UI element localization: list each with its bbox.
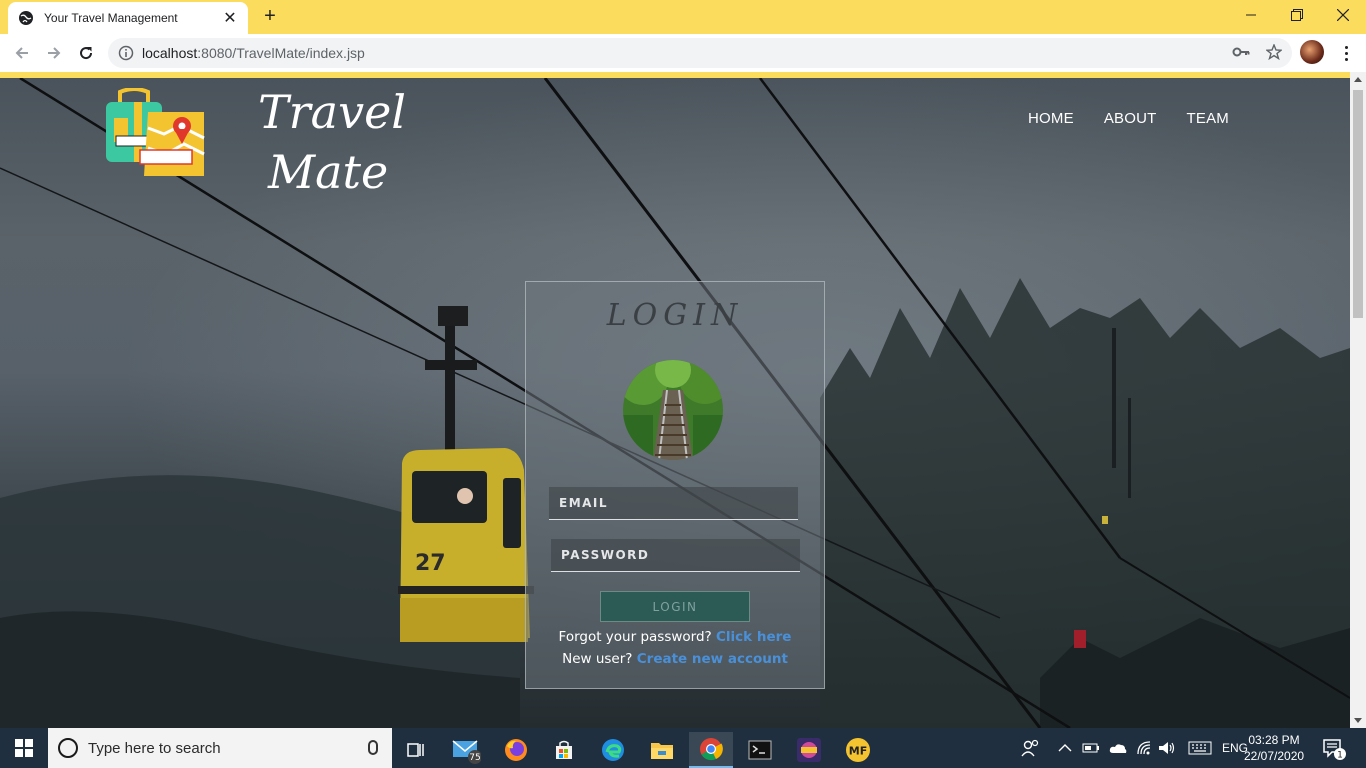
login-button[interactable]: LOGIN xyxy=(600,591,750,622)
url-text: localhost:8080/TravelMate/index.jsp xyxy=(142,45,365,61)
search-placeholder: Type here to search xyxy=(88,739,221,757)
browser-tab[interactable]: Your Travel Management ✕ xyxy=(8,2,248,34)
page-viewport: 27 Travel Mate HOME ABOUT TEAM LOGIN EMA… xyxy=(0,78,1350,728)
brand-line-1: Travel xyxy=(258,85,407,139)
browser-menu-icon[interactable] xyxy=(1336,42,1356,64)
forward-button[interactable] xyxy=(42,41,66,65)
profile-avatar[interactable] xyxy=(1300,40,1324,64)
taskbar-clock[interactable]: 03:28 PM 22/07/2020 xyxy=(1244,732,1304,764)
login-avatar-image xyxy=(623,360,723,460)
clock-time: 03:28 PM xyxy=(1248,733,1300,747)
tab-close-icon[interactable]: ✕ xyxy=(222,8,238,28)
page-scrollbar[interactable] xyxy=(1350,72,1366,728)
keyboard-icon[interactable] xyxy=(1188,741,1212,755)
terminal-icon xyxy=(748,740,772,760)
mail-app-button[interactable]: 75 xyxy=(444,732,488,768)
wifi-icon[interactable] xyxy=(1136,740,1152,756)
action-center-button[interactable]: 1 xyxy=(1318,736,1352,762)
chevron-up-icon[interactable] xyxy=(1058,743,1072,753)
gondola-number: 27 xyxy=(415,551,446,576)
mf-label: MF xyxy=(849,745,867,758)
top-nav: HOME ABOUT TEAM xyxy=(1028,110,1229,127)
new-user-text: New user? xyxy=(562,651,633,667)
email-field[interactable] xyxy=(549,487,798,520)
info-icon[interactable] xyxy=(118,45,134,61)
firefox-button[interactable] xyxy=(494,732,538,768)
scroll-thumb[interactable] xyxy=(1353,90,1363,318)
forgot-password-link[interactable]: Click here xyxy=(716,629,791,645)
windows-logo-icon xyxy=(15,739,33,757)
system-tray: ENG xyxy=(1020,728,1248,768)
nav-home-link[interactable]: HOME xyxy=(1028,110,1074,127)
people-icon[interactable] xyxy=(1020,738,1040,758)
address-bar[interactable]: localhost:8080/TravelMate/index.jsp xyxy=(108,38,1292,68)
key-icon[interactable] xyxy=(1232,46,1250,58)
star-icon[interactable] xyxy=(1266,44,1282,60)
mail-icon: 75 xyxy=(452,740,481,764)
mail-badge: 75 xyxy=(469,753,480,763)
brand-line-2: Mate xyxy=(268,145,389,199)
notification-count: 1 xyxy=(1337,751,1343,761)
travel-mate-logo[interactable] xyxy=(104,88,208,180)
store-icon xyxy=(556,740,572,759)
forgot-password-text: Forgot your password? xyxy=(558,629,712,645)
notification-icon: 1 xyxy=(1323,739,1346,761)
browser-tab-strip: Your Travel Management ✕ + xyxy=(0,0,1366,34)
firefox-icon xyxy=(505,739,527,761)
mf-icon: MF xyxy=(846,738,870,762)
minimize-icon xyxy=(1246,14,1256,16)
terminal-button[interactable] xyxy=(738,732,782,768)
cortana-icon[interactable] xyxy=(58,738,78,758)
tab-title: Your Travel Management xyxy=(44,11,178,25)
password-field[interactable] xyxy=(551,539,800,572)
new-user-line: New user? Create new account xyxy=(526,651,824,667)
forgot-password-line: Forgot your password? Click here xyxy=(526,629,824,645)
volume-icon[interactable] xyxy=(1158,740,1176,756)
windows-taskbar: Type here to search 75 MF ENG 03:28 PM 2… xyxy=(0,728,1366,768)
chrome-icon xyxy=(700,738,723,761)
app-icon xyxy=(797,738,821,762)
battery-icon[interactable] xyxy=(1082,741,1100,755)
globe-icon xyxy=(19,11,33,25)
reload-icon xyxy=(80,47,93,60)
restore-button[interactable] xyxy=(1274,0,1320,30)
edge-button[interactable] xyxy=(591,732,635,768)
mf-app-button[interactable]: MF xyxy=(836,732,880,768)
login-title: LOGIN xyxy=(606,298,744,333)
minimize-button[interactable] xyxy=(1228,0,1274,30)
chrome-button[interactable] xyxy=(689,732,733,768)
new-tab-button[interactable]: + xyxy=(258,5,282,29)
nav-about-link[interactable]: ABOUT xyxy=(1104,110,1157,127)
taskbar-search-box[interactable]: Type here to search xyxy=(48,728,392,768)
arrow-right-icon xyxy=(48,47,61,59)
cloud-icon[interactable] xyxy=(1108,741,1128,755)
clock-date: 22/07/2020 xyxy=(1244,749,1305,763)
folder-icon xyxy=(651,743,673,759)
arrow-left-icon xyxy=(15,47,28,59)
restore-icon xyxy=(1291,9,1303,21)
file-explorer-button[interactable] xyxy=(640,732,684,768)
site-brand[interactable]: Travel Mate xyxy=(258,82,406,202)
close-icon xyxy=(1337,9,1349,21)
task-view-button[interactable] xyxy=(394,732,438,768)
reload-button[interactable] xyxy=(74,41,98,65)
login-card: LOGIN LOGIN Forgot your password? Click … xyxy=(525,281,825,689)
task-view-icon xyxy=(407,743,424,757)
browser-toolbar: localhost:8080/TravelMate/index.jsp xyxy=(0,34,1366,72)
app-launcher-button[interactable] xyxy=(787,732,831,768)
close-window-button[interactable] xyxy=(1320,0,1366,30)
nav-team-link[interactable]: TEAM xyxy=(1187,110,1229,127)
create-account-link[interactable]: Create new account xyxy=(637,651,788,667)
microphone-icon[interactable] xyxy=(368,740,378,755)
back-button[interactable] xyxy=(10,41,34,65)
store-button[interactable] xyxy=(542,732,586,768)
start-button[interactable] xyxy=(0,728,48,768)
scroll-down-icon[interactable] xyxy=(1354,718,1362,723)
edge-icon xyxy=(602,739,624,761)
scroll-up-icon[interactable] xyxy=(1354,77,1362,82)
